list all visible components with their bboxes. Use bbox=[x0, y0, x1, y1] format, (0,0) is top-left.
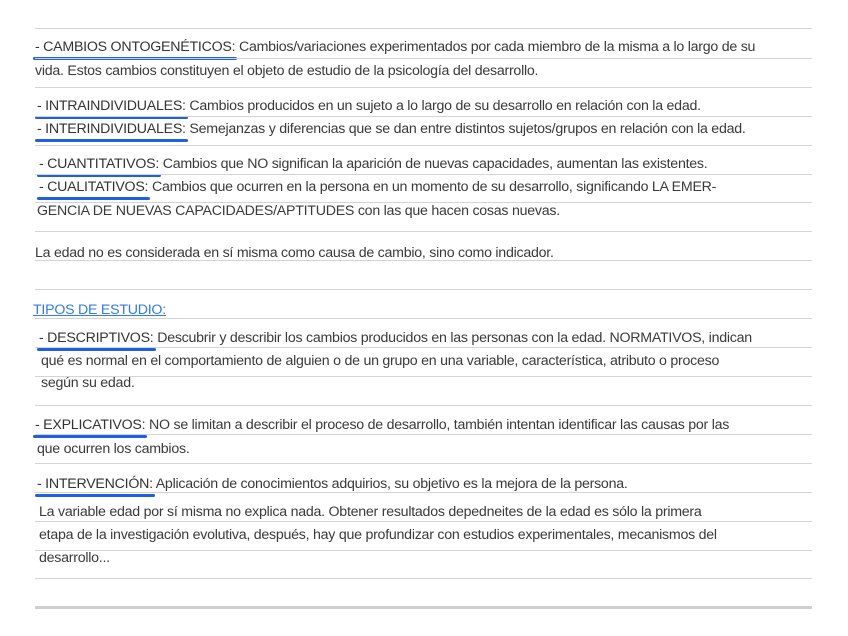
ruled-line bbox=[35, 28, 812, 29]
ruled-line bbox=[35, 463, 812, 464]
note-line: qué es normal en el comportamiento de al… bbox=[41, 353, 720, 369]
ruled-line bbox=[35, 318, 812, 319]
note-variable: etapa de la investigación evolutiva, des… bbox=[39, 527, 717, 543]
ruled-line bbox=[35, 521, 812, 522]
note-cuantitativos: - CUANTITATIVOS: Cambios que NO signific… bbox=[39, 155, 829, 173]
ruled-line bbox=[35, 87, 812, 88]
ruled-line bbox=[35, 174, 812, 175]
note-line: que ocurren los cambios. bbox=[37, 441, 190, 457]
note-cualitativos: - CUALITATIVOS: Cambios que ocurren en l… bbox=[39, 178, 829, 196]
note-intervencion: - INTERVENCIÓN: Aplicación de conocimien… bbox=[37, 475, 827, 493]
definition: Descubrir y describir los cambios produc… bbox=[153, 330, 752, 346]
term-label: - INTERVENCIÓN: bbox=[37, 476, 153, 492]
note-line: vida. Estos cambios constituyen el objet… bbox=[35, 63, 539, 79]
note-line: GENCIA DE NUEVAS CAPACIDADES/APTITUDES c… bbox=[37, 203, 560, 219]
ruled-line bbox=[35, 289, 812, 290]
ruled-line bbox=[35, 405, 812, 406]
ruled-line bbox=[35, 116, 812, 117]
term-label: - CUANTITATIVOS: bbox=[39, 156, 160, 172]
ruled-line bbox=[35, 492, 812, 493]
note-descriptivos: - DESCRIPTIVOS: Descubrir y describir lo… bbox=[39, 329, 829, 347]
term-label: - INTERINDIVIDUALES: bbox=[37, 121, 186, 137]
note-line: según su edad. bbox=[41, 375, 135, 391]
definition: Cambios/variaciones experimentados por c… bbox=[235, 39, 756, 55]
ruled-line bbox=[35, 260, 812, 261]
term-label: - INTRAINDIVIDUALES: bbox=[37, 98, 186, 114]
definition: Cambios producidos en un sujeto a lo lar… bbox=[185, 98, 701, 114]
term-label: - DESCRIPTIVOS: bbox=[39, 330, 154, 346]
ruled-line bbox=[35, 578, 812, 579]
note-variable: desarrollo... bbox=[39, 550, 110, 566]
ruled-line bbox=[35, 434, 812, 435]
definition: NO se limitan a describir el proceso de … bbox=[145, 417, 730, 433]
note-intraindividuales: - INTRAINDIVIDUALES: Cambios producidos … bbox=[37, 97, 827, 115]
definition: Cambios que NO significan la aparición d… bbox=[159, 156, 708, 172]
ruled-line bbox=[35, 145, 812, 146]
note-ontogeneticos: - CAMBIOS ONTOGENÉTICOS: Cambios/variaci… bbox=[35, 38, 825, 56]
term-label: - CAMBIOS ONTOGENÉTICOS: bbox=[35, 39, 236, 55]
note-variable: La variable edad por sí misma no explica… bbox=[39, 504, 702, 520]
note-interindividuales: - INTERINDIVIDUALES: Semejanzas y difere… bbox=[37, 120, 827, 138]
ruled-line bbox=[35, 58, 812, 59]
ruled-line bbox=[35, 231, 812, 232]
definition: Semejanzas y diferencias que se dan entr… bbox=[185, 121, 746, 137]
definition: Cambios que ocurren en la persona en un … bbox=[148, 179, 717, 195]
section-heading: TIPOS DE ESTUDIO: bbox=[33, 302, 166, 318]
ruled-line bbox=[35, 347, 812, 348]
note-explicativos: - EXPLICATIVOS: NO se limitan a describi… bbox=[35, 416, 825, 434]
page-bottom-rule bbox=[35, 606, 812, 609]
definition: Aplicación de conocimientos adquirios, s… bbox=[152, 476, 628, 492]
term-label: - CUALITATIVOS: bbox=[39, 179, 149, 195]
term-label: - EXPLICATIVOS: bbox=[35, 417, 146, 433]
